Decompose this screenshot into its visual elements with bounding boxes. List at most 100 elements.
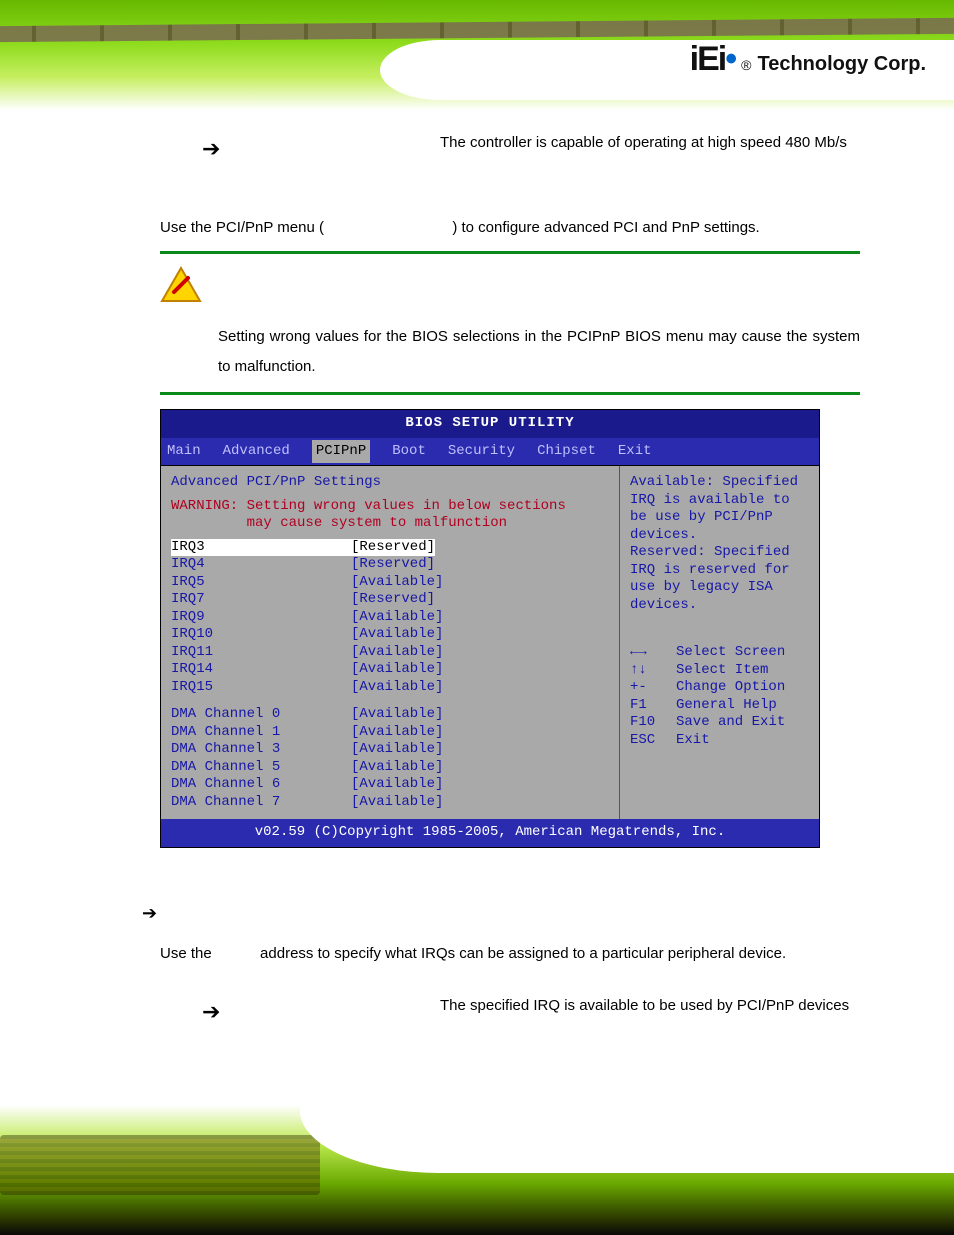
key-action: Select Screen bbox=[676, 644, 785, 662]
irq-name: IRQ9 bbox=[171, 609, 351, 627]
bios-irq-row: IRQ3[Reserved] bbox=[171, 539, 609, 557]
key-name: F10 bbox=[630, 714, 666, 732]
bios-irq-row: IRQ14[Available] bbox=[171, 661, 609, 679]
bios-irq-row: IRQ4[Reserved] bbox=[171, 556, 609, 574]
irq-value: [Available] bbox=[351, 626, 443, 644]
bios-section-header: Advanced PCI/PnP Settings bbox=[171, 474, 609, 492]
key-action: Save and Exit bbox=[676, 714, 785, 732]
bios-tab-exit: Exit bbox=[618, 440, 652, 464]
irq-section-bullet: ➔ bbox=[142, 898, 860, 929]
dma-value: [Available] bbox=[351, 706, 443, 724]
bios-key-row: F10 Save and Exit bbox=[630, 714, 809, 732]
bios-irq-row: IRQ9[Available] bbox=[171, 609, 609, 627]
bios-key-row: ↑↓ Select Item bbox=[630, 662, 809, 680]
bios-key-legend: ←→ Select Screen ↑↓ Select Item +- Change Opt… bbox=[630, 644, 809, 749]
arrow-icon: ➔ bbox=[160, 993, 440, 1030]
irq-name: IRQ11 bbox=[171, 644, 351, 662]
bios-tab-advanced: Advanced bbox=[223, 440, 290, 464]
available-desc: The specified IRQ is available to be use… bbox=[440, 993, 860, 1019]
irq-value: [Reserved] bbox=[351, 539, 435, 557]
irq-value: [Available] bbox=[351, 574, 443, 592]
bios-tab-boot: Boot bbox=[392, 440, 426, 464]
footer-swoosh bbox=[300, 1105, 954, 1173]
available-bullet: ➔ The specified IRQ is available to be u… bbox=[160, 993, 860, 1030]
irq-name: IRQ5 bbox=[171, 574, 351, 592]
dma-name: DMA Channel 0 bbox=[171, 706, 351, 724]
bios-left-pane: Advanced PCI/PnP Settings WARNING: Setti… bbox=[161, 466, 619, 819]
bios-tab-chipset: Chipset bbox=[537, 440, 596, 464]
irq-value: [Reserved] bbox=[351, 556, 435, 574]
dma-name: DMA Channel 6 bbox=[171, 776, 351, 794]
key-name: ↑↓ bbox=[630, 662, 666, 680]
page-content: ➔ The controller is capable of operating… bbox=[160, 130, 860, 1040]
bios-dma-row: DMA Channel 5[Available] bbox=[171, 759, 609, 777]
bios-irq-row: IRQ15[Available] bbox=[171, 679, 609, 697]
dma-name: DMA Channel 7 bbox=[171, 794, 351, 812]
irq-name: IRQ10 bbox=[171, 626, 351, 644]
bios-dma-row: DMA Channel 1[Available] bbox=[171, 724, 609, 742]
bios-dma-row: DMA Channel 6[Available] bbox=[171, 776, 609, 794]
logo-text: Technology Corp. bbox=[757, 53, 926, 76]
registered-icon: ® bbox=[741, 57, 751, 73]
warning-text: Setting wrong values for the BIOS select… bbox=[218, 322, 860, 382]
key-action: Select Item bbox=[676, 662, 768, 680]
irq-name: IRQ3 bbox=[171, 539, 351, 557]
brand-logo: iEi• ® Technology Corp. bbox=[690, 40, 926, 79]
key-name: F1 bbox=[630, 697, 666, 715]
bios-right-pane: Available: Specified IRQ is available to… bbox=[619, 466, 819, 819]
header-banner: iEi• ® Technology Corp. bbox=[0, 0, 954, 110]
dma-value: [Available] bbox=[351, 759, 443, 777]
dma-value: [Available] bbox=[351, 794, 443, 812]
intro-suffix: ) to configure advanced PCI and PnP sett… bbox=[452, 219, 759, 236]
key-action: General Help bbox=[676, 697, 777, 715]
key-action: Exit bbox=[676, 732, 710, 750]
hispeed-desc: The controller is capable of operating a… bbox=[440, 130, 860, 156]
arrow-icon: ➔ bbox=[160, 130, 440, 167]
bios-help-text: Available: Specified IRQ is available to… bbox=[630, 474, 809, 614]
intro-prefix: Use the PCI/PnP menu ( bbox=[160, 219, 324, 236]
key-name: ESC bbox=[630, 732, 666, 750]
bios-tab-security: Security bbox=[448, 440, 515, 464]
dma-value: [Available] bbox=[351, 776, 443, 794]
dma-name: DMA Channel 3 bbox=[171, 741, 351, 759]
irq-value: [Available] bbox=[351, 644, 443, 662]
dma-name: DMA Channel 5 bbox=[171, 759, 351, 777]
logo-mark: iEi• bbox=[690, 40, 735, 79]
key-name: +- bbox=[630, 679, 666, 697]
divider bbox=[160, 251, 860, 254]
irq-name: IRQ4 bbox=[171, 556, 351, 574]
irq-value: [Reserved] bbox=[351, 591, 435, 609]
key-action: Change Option bbox=[676, 679, 785, 697]
bios-dma-row: DMA Channel 3[Available] bbox=[171, 741, 609, 759]
bios-irq-row: IRQ5[Available] bbox=[171, 574, 609, 592]
bios-key-row: F1 General Help bbox=[630, 697, 809, 715]
pcipnp-intro: Use the PCI/PnP menu ( ) to configure ad… bbox=[160, 215, 860, 241]
bios-irq-row: IRQ7[Reserved] bbox=[171, 591, 609, 609]
warning-icon bbox=[160, 266, 202, 304]
irq-name: IRQ7 bbox=[171, 591, 351, 609]
bios-tabs: MainAdvancedPCIPnPBootSecurityChipsetExi… bbox=[161, 438, 819, 467]
key-name: ←→ bbox=[630, 644, 666, 662]
bios-dma-row: DMA Channel 7[Available] bbox=[171, 794, 609, 812]
footer-banner bbox=[0, 1105, 954, 1235]
irq-name: IRQ15 bbox=[171, 679, 351, 697]
bios-key-row: +- Change Option bbox=[630, 679, 809, 697]
dma-value: [Available] bbox=[351, 741, 443, 759]
arrow-icon: ➔ bbox=[142, 898, 164, 929]
bios-dma-row: DMA Channel 0[Available] bbox=[171, 706, 609, 724]
irq-value: [Available] bbox=[351, 679, 443, 697]
divider bbox=[160, 392, 860, 395]
dma-value: [Available] bbox=[351, 724, 443, 742]
bios-tab-pcipnp: PCIPnP bbox=[312, 440, 370, 464]
irq-name: IRQ14 bbox=[171, 661, 351, 679]
bios-screenshot: BIOS SETUP UTILITY MainAdvancedPCIPnPBoo… bbox=[160, 409, 820, 848]
bios-irq-row: IRQ11[Available] bbox=[171, 644, 609, 662]
bios-title: BIOS SETUP UTILITY bbox=[161, 410, 819, 438]
irq-paragraph: Use the address to specify what IRQs can… bbox=[160, 939, 860, 969]
bios-warning: WARNING: Setting wrong values in below s… bbox=[171, 498, 609, 533]
bios-key-row: ESC Exit bbox=[630, 732, 809, 750]
bios-footer: v02.59 (C)Copyright 1985-2005, American … bbox=[161, 819, 819, 847]
hispeed-bullet: ➔ The controller is capable of operating… bbox=[160, 130, 860, 167]
warning-block bbox=[160, 266, 860, 304]
dma-name: DMA Channel 1 bbox=[171, 724, 351, 742]
